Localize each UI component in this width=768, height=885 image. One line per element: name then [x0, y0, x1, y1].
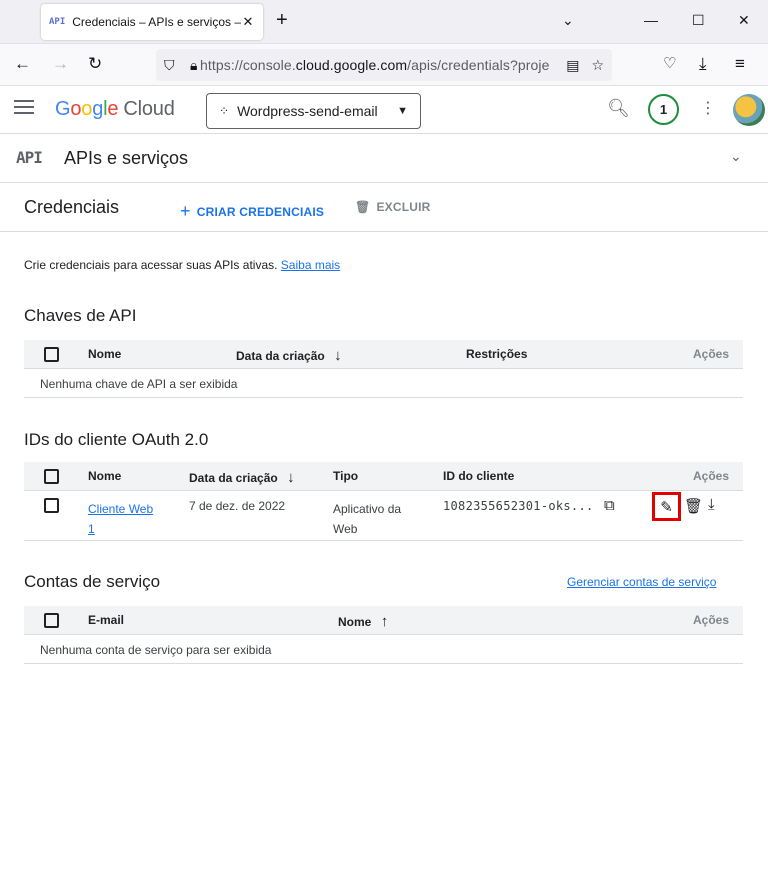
api-keys-table: Nome Data da criação ↓ Restrições Ações … — [24, 340, 743, 398]
page-title: Credenciais — [24, 197, 120, 217]
sort-arrow-up-icon: ↑ — [380, 613, 389, 630]
reader-view-icon[interactable]: ▤ — [566, 57, 579, 74]
new-tab-icon[interactable]: + — [276, 10, 288, 30]
api-icon: API — [16, 148, 43, 167]
chevron-down-icon[interactable]: ⌄ — [730, 148, 742, 165]
row-checkbox[interactable] — [44, 498, 59, 513]
created-date: 7 de dez. de 2022 — [189, 499, 286, 513]
table-header: E-mail Nome ↑ Ações — [24, 606, 743, 635]
column-header-type[interactable]: Tipo — [333, 469, 358, 483]
column-header-actions: Ações — [693, 469, 730, 483]
copy-icon[interactable]: ⧉ — [604, 497, 615, 514]
dropdown-arrow-icon: ▼ — [397, 105, 408, 117]
product-header: API APIs e serviços ⌄ — [0, 134, 768, 183]
column-header-created[interactable]: Data da criação ↓ — [236, 347, 342, 364]
app-menu-icon[interactable]: ≡ — [735, 54, 745, 74]
table-header: Nome Data da criação ↓ Tipo ID do client… — [24, 462, 743, 491]
back-icon[interactable]: ← — [14, 54, 31, 74]
client-type: Aplicativo da Web — [333, 502, 402, 536]
project-selector[interactable]: ⁘ Wordpress-send-email ▼ — [206, 93, 421, 129]
hamburger-menu-icon[interactable] — [14, 100, 34, 116]
downloads-icon[interactable]: ⤓ — [699, 54, 707, 74]
page-toolbar: Credenciais + CRIAR CREDENCIAIS 🗑︎ EXCLUIR — [0, 183, 768, 232]
search-icon[interactable]: 🔍︎ — [607, 98, 630, 119]
browser-tab[interactable]: API Credenciais – APIs e serviços – W ✕ — [41, 4, 263, 40]
avatar[interactable] — [733, 94, 765, 126]
url-text: https://console.cloud.google.com/apis/cr… — [200, 57, 550, 73]
plus-icon: + — [180, 201, 191, 221]
maximize-icon[interactable]: ☐ — [692, 12, 705, 29]
google-cloud-logo[interactable]: Google Cloud — [55, 98, 175, 121]
pencil-icon: ✎ — [660, 498, 673, 516]
intro-text: Crie credenciais para acessar suas APIs … — [24, 258, 341, 272]
lock-icon[interactable]: 🔒︎ — [190, 57, 197, 74]
empty-row: Nenhuma chave de API a ser exibida — [24, 369, 743, 398]
column-header-actions: Ações — [693, 347, 730, 361]
client-name-link[interactable]: Cliente Web 1 — [88, 499, 153, 539]
reload-icon[interactable]: ↻ — [88, 54, 102, 74]
shield-icon[interactable]: ⛉ — [164, 57, 175, 74]
console-header: Google Cloud ⁘ Wordpress-send-email ▼ 🔍︎ … — [0, 86, 768, 134]
service-accounts-title: Contas de serviço — [24, 572, 161, 591]
trash-icon: 🗑︎ — [355, 200, 371, 214]
api-keys-title: Chaves de API — [24, 306, 137, 325]
column-header-name[interactable]: Nome ↑ — [338, 613, 388, 630]
url-bar[interactable]: ⛉ 🔒︎ https://console.cloud.google.com/ap… — [156, 49, 612, 81]
window-close-icon[interactable]: ✕ — [738, 12, 750, 29]
browser-tab-bar: API Credenciais – APIs e serviços – W ✕ … — [0, 0, 768, 44]
minimize-icon[interactable]: — — [644, 12, 658, 28]
oauth-title: IDs do cliente OAuth 2.0 — [24, 430, 209, 449]
sort-arrow-down-icon: ↓ — [334, 347, 342, 364]
trash-icon[interactable]: 🗑︎ — [684, 497, 703, 515]
empty-row: Nenhuma conta de serviço para ser exibid… — [24, 635, 743, 664]
tab-list-chevron-icon[interactable]: ⌄ — [562, 12, 574, 29]
column-header-name[interactable]: Nome — [88, 347, 121, 361]
project-name: Wordpress-send-email — [237, 103, 378, 119]
table-row: Cliente Web 1 7 de dez. de 2022 Aplicativ… — [24, 491, 743, 541]
project-icon: ⁘ — [219, 104, 229, 118]
oauth-table: Nome Data da criação ↓ Tipo ID do client… — [24, 462, 743, 541]
more-vert-icon[interactable]: ⋮ — [700, 98, 716, 118]
manage-service-accounts-link[interactable]: Gerenciar contas de serviço — [567, 575, 716, 589]
api-favicon-icon: API — [49, 17, 66, 27]
column-header-email[interactable]: E-mail — [88, 613, 124, 627]
tab-title: Credenciais – APIs e serviços – W — [72, 15, 241, 29]
column-header-restrictions: Restrições — [466, 347, 528, 361]
service-accounts-table: E-mail Nome ↑ Ações Nenhuma conta de ser… — [24, 606, 743, 664]
table-header: Nome Data da criação ↓ Restrições Ações — [24, 340, 743, 369]
bookmark-star-icon[interactable]: ☆ — [591, 57, 604, 74]
tab-close-icon[interactable]: ✕ — [241, 14, 255, 30]
empty-message: Nenhuma conta de serviço para ser exibid… — [40, 643, 272, 657]
pocket-icon[interactable]: ♡ — [663, 54, 676, 74]
browser-nav-bar: ← → ↻ ⛉ 🔒︎ https://console.cloud.google.… — [0, 44, 768, 86]
select-all-checkbox[interactable] — [44, 613, 59, 628]
product-title: APIs e serviços — [64, 148, 189, 168]
column-header-client-id[interactable]: ID do cliente — [443, 469, 514, 483]
delete-button[interactable]: 🗑︎ EXCLUIR — [355, 200, 431, 214]
download-icon[interactable]: ⤓ — [708, 496, 715, 513]
learn-more-link[interactable]: Saiba mais — [281, 258, 340, 272]
select-all-checkbox[interactable] — [44, 347, 59, 362]
notification-badge[interactable]: 1 — [648, 94, 679, 125]
empty-message: Nenhuma chave de API a ser exibida — [40, 377, 238, 391]
column-header-created[interactable]: Data da criação ↓ — [189, 469, 295, 486]
select-all-checkbox[interactable] — [44, 469, 59, 484]
create-credentials-button[interactable]: + CRIAR CREDENCIAIS — [180, 200, 324, 221]
sort-arrow-down-icon: ↓ — [287, 469, 295, 486]
column-header-name[interactable]: Nome — [88, 469, 121, 483]
edit-button[interactable]: ✎ — [652, 492, 681, 521]
column-header-actions: Ações — [693, 613, 730, 627]
client-id: 1082355652301-oks... — [443, 499, 594, 513]
forward-icon[interactable]: → — [52, 54, 69, 74]
